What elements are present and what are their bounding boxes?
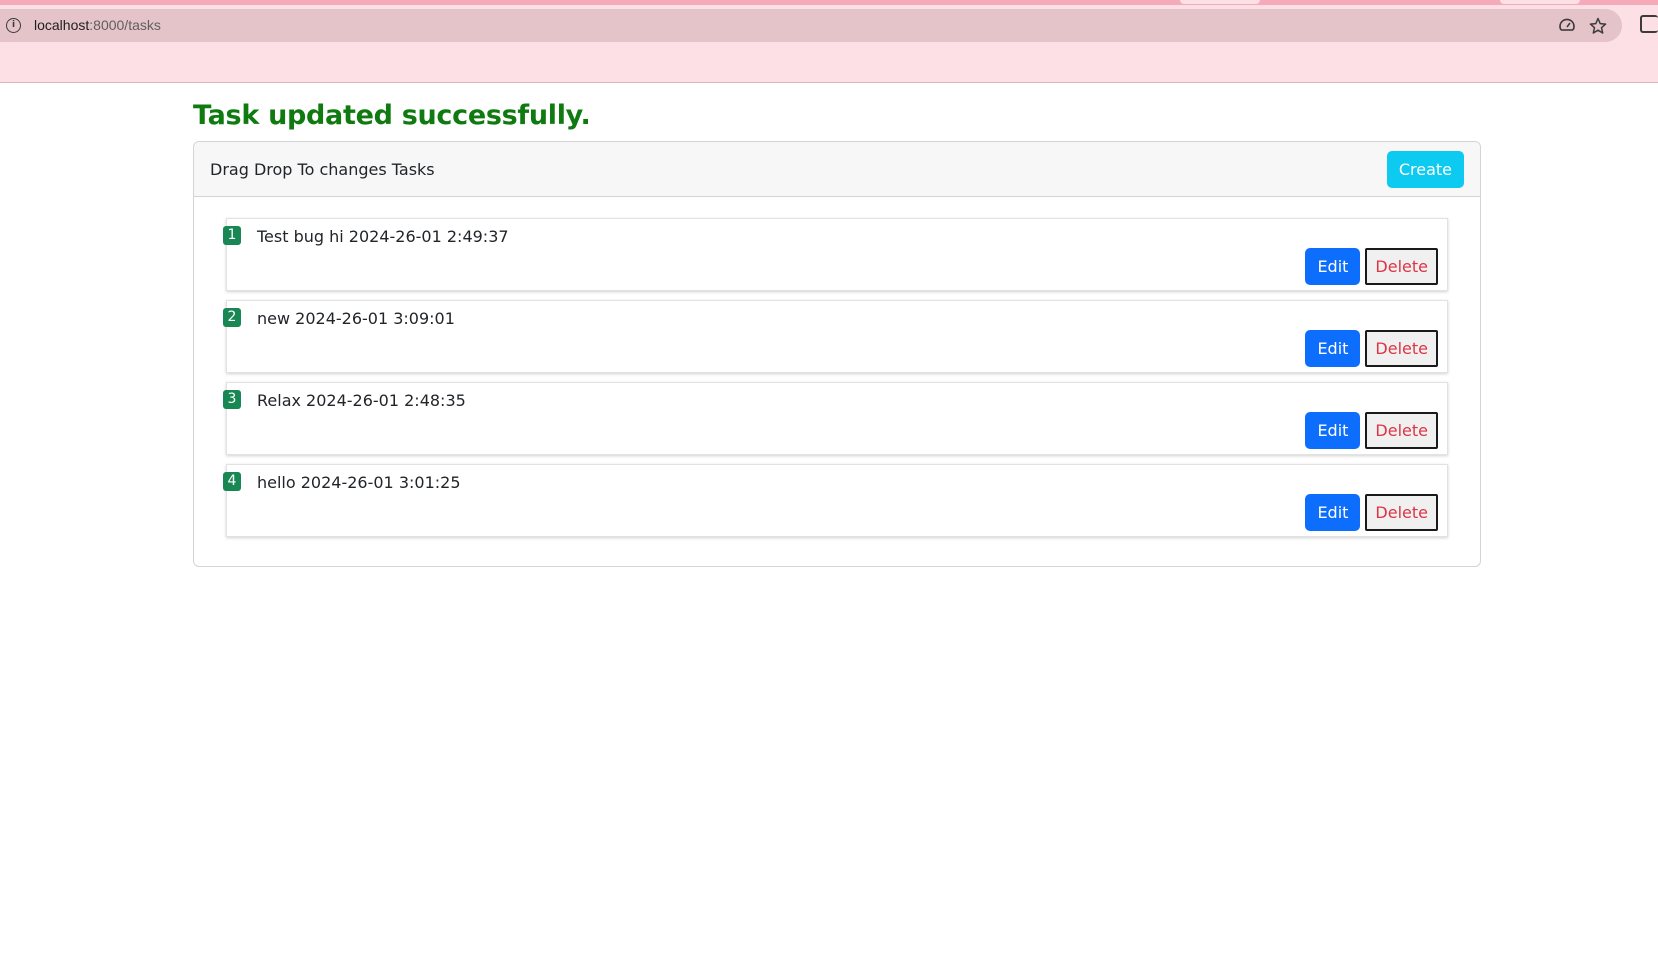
task-text: new 2024-26-01 3:09:01 (257, 309, 455, 328)
task-order-badge: 4 (223, 472, 241, 491)
task-text: Test bug hi 2024-26-01 2:49:37 (257, 227, 509, 246)
task-actions: Edit Delete (1305, 494, 1438, 531)
task-list: 1 Test bug hi 2024-26-01 2:49:37 Edit De… (194, 197, 1480, 566)
edit-button[interactable]: Edit (1305, 248, 1361, 285)
browser-chrome: i localhost:8000/tasks (0, 0, 1658, 83)
task-text: Relax 2024-26-01 2:48:35 (257, 391, 466, 410)
delete-button[interactable]: Delete (1365, 494, 1438, 531)
task-order-badge: 2 (223, 308, 241, 327)
task-actions: Edit Delete (1305, 412, 1438, 449)
delete-button[interactable]: Delete (1365, 248, 1438, 285)
task-order-badge: 3 (223, 390, 241, 409)
info-icon[interactable]: i (6, 18, 21, 33)
star-icon[interactable] (1589, 17, 1607, 35)
edit-button[interactable]: Edit (1305, 330, 1361, 367)
delete-button[interactable]: Delete (1365, 412, 1438, 449)
task-item[interactable]: 1 Test bug hi 2024-26-01 2:49:37 Edit De… (223, 218, 1448, 291)
tasks-card: Drag Drop To changes Tasks Create 1 Test… (193, 141, 1481, 567)
card-header-title: Drag Drop To changes Tasks (210, 160, 435, 179)
url-text[interactable]: localhost:8000/tasks (34, 17, 161, 33)
url-host: localhost (34, 17, 90, 33)
tab-notch (1180, 0, 1260, 4)
task-actions: Edit Delete (1305, 248, 1438, 285)
page-container: Task updated successfully. Drag Drop To … (193, 97, 1481, 567)
edit-button[interactable]: Edit (1305, 494, 1361, 531)
extensions-icon[interactable] (1640, 15, 1658, 33)
tab-strip (0, 0, 1658, 5)
cast-icon[interactable] (1558, 17, 1576, 35)
flash-message: Task updated successfully. (193, 100, 591, 131)
task-item[interactable]: 4 hello 2024-26-01 3:01:25 Edit Delete (223, 464, 1448, 537)
address-bar[interactable]: i localhost:8000/tasks (0, 9, 1622, 42)
task-item[interactable]: 2 new 2024-26-01 3:09:01 Edit Delete (223, 300, 1448, 373)
task-order-badge: 1 (223, 226, 241, 245)
create-button[interactable]: Create (1386, 151, 1464, 188)
edit-button[interactable]: Edit (1305, 412, 1361, 449)
tab-notch (1500, 0, 1580, 4)
delete-button[interactable]: Delete (1365, 330, 1438, 367)
task-text: hello 2024-26-01 3:01:25 (257, 473, 461, 492)
task-actions: Edit Delete (1305, 330, 1438, 367)
task-item[interactable]: 3 Relax 2024-26-01 2:48:35 Edit Delete (223, 382, 1448, 455)
url-path: :8000/tasks (89, 17, 161, 33)
card-header: Drag Drop To changes Tasks Create (194, 142, 1480, 197)
